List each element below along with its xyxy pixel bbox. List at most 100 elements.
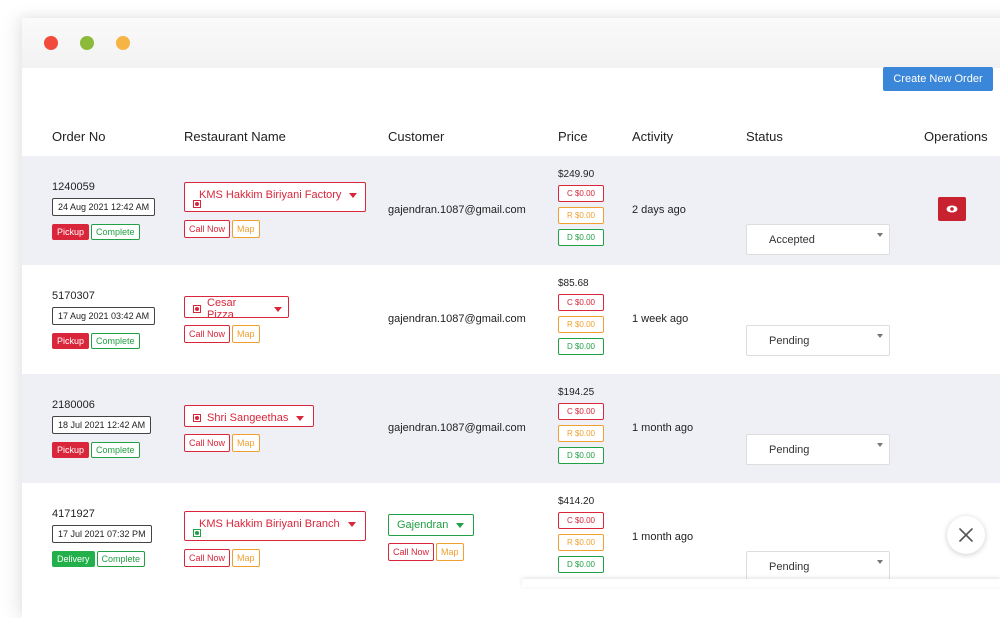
table-row: 4171927 17 Jul 2021 07:32 PM Delivery Com…: [22, 483, 1000, 592]
chevron-down-icon: [877, 443, 883, 447]
window-minimize-dot[interactable]: [116, 36, 130, 50]
col-header-activity: Activity: [632, 129, 674, 144]
restaurant-dropdown[interactable]: Cesar Pizza: [184, 296, 289, 321]
price-d-badge: D $0.00: [558, 447, 604, 464]
order-date: 17 Aug 2021 03:42 AM: [52, 307, 156, 325]
activity-text: 1 week ago: [632, 313, 689, 325]
restaurant-actions: Call Now Map: [184, 548, 260, 567]
chevron-down-icon: [349, 193, 358, 198]
table-row: 2180006 18 Jul 2021 12:42 AM Pickup Compl…: [22, 374, 1000, 483]
call-now-button[interactable]: Call Now: [184, 434, 231, 452]
order-tags: Pickup Complete: [52, 222, 140, 240]
price-c-badge: C $0.00: [558, 512, 604, 529]
close-button[interactable]: [947, 516, 985, 554]
price-block: $85.68 C $0.00 R $0.00 D $0.00: [558, 278, 604, 355]
customer-name: Gajendran: [397, 519, 449, 531]
restaurant-name: Shri Sangeethas: [207, 412, 289, 424]
status-select[interactable]: Accepted: [746, 224, 890, 255]
restaurant-actions: Call Now Map: [184, 324, 260, 343]
chevron-down-icon: [347, 522, 356, 527]
restaurant-name: Cesar Pizza: [207, 297, 237, 321]
order-state-badge: Complete: [91, 442, 140, 458]
order-tags: Delivery Complete: [52, 549, 146, 567]
status-select[interactable]: Pending: [746, 434, 890, 465]
map-button[interactable]: Map: [232, 220, 260, 238]
customer-map-button[interactable]: Map: [436, 543, 464, 561]
status-value: Pending: [769, 443, 810, 456]
order-tags: Pickup Complete: [52, 331, 140, 349]
order-type-badge: Delivery: [52, 551, 95, 567]
call-now-button[interactable]: Call Now: [184, 220, 231, 238]
app-window: Create New Order Order No Restaurant Nam…: [22, 18, 1000, 618]
restaurant-dropdown[interactable]: KMS Hakkim Biriyani Branch: [184, 511, 366, 541]
chevron-down-icon: [877, 560, 883, 564]
price-c-badge: C $0.00: [558, 294, 604, 311]
veg-mark-icon: [193, 305, 201, 313]
price-d-badge: D $0.00: [558, 338, 604, 355]
table-row: 5170307 17 Aug 2021 03:42 AM Pickup Compl…: [22, 265, 1000, 374]
chevron-down-icon: [877, 334, 883, 338]
restaurant-name: KMS Hakkim Biriyani Branch: [199, 518, 340, 530]
order-price: $249.90: [558, 169, 595, 180]
order-state-badge: Complete: [91, 224, 140, 240]
customer-call-now-button[interactable]: Call Now: [388, 543, 435, 561]
col-header-customer: Customer: [388, 129, 445, 144]
customer-email: gajendran.1087@gmail.com: [388, 204, 526, 216]
col-header-order-no: Order No: [52, 129, 106, 144]
col-header-operations: Operations: [924, 129, 988, 144]
map-button[interactable]: Map: [232, 549, 260, 567]
activity-text: 2 days ago: [632, 204, 686, 216]
call-now-button[interactable]: Call Now: [184, 325, 231, 343]
price-block: $194.25 C $0.00 R $0.00 D $0.00: [558, 387, 604, 464]
restaurant-actions: Call Now Map: [184, 219, 260, 238]
status-select[interactable]: Pending: [746, 551, 890, 582]
order-state-badge: Complete: [96, 551, 146, 567]
order-tags: Pickup Complete: [52, 440, 140, 458]
col-header-restaurant: Restaurant Name: [184, 129, 286, 144]
status-value: Pending: [769, 560, 810, 573]
status-value: Accepted: [769, 233, 815, 246]
order-number: 1240059: [52, 181, 95, 193]
map-button[interactable]: Map: [232, 325, 260, 343]
price-c-badge: C $0.00: [558, 185, 604, 202]
restaurant-dropdown[interactable]: Shri Sangeethas: [184, 405, 314, 427]
call-now-button[interactable]: Call Now: [184, 549, 231, 567]
window-close-dot[interactable]: [44, 36, 58, 50]
window-maximize-dot[interactable]: [80, 36, 94, 50]
order-price: $194.25: [558, 387, 595, 398]
view-order-button[interactable]: [938, 197, 966, 221]
order-type-badge: Pickup: [52, 333, 90, 349]
create-new-order-button[interactable]: Create New Order: [883, 67, 993, 91]
order-date: 18 Jul 2021 12:42 AM: [52, 416, 152, 434]
chevron-down-icon: [274, 306, 282, 312]
col-header-status: Status: [746, 129, 783, 144]
table-row: 1240059 24 Aug 2021 12:42 AM Pickup Compl…: [22, 156, 1000, 265]
chevron-down-icon: [456, 522, 465, 528]
status-value: Pending: [769, 334, 810, 347]
price-r-badge: R $0.00: [558, 425, 604, 442]
close-icon: [959, 528, 973, 542]
restaurant-dropdown[interactable]: KMS Hakkim Biriyani Factory: [184, 182, 366, 212]
price-r-badge: R $0.00: [558, 207, 604, 224]
activity-text: 1 month ago: [632, 422, 694, 434]
customer-email: gajendran.1087@gmail.com: [388, 313, 526, 325]
price-block: $414.20 C $0.00 R $0.00 D $0.00: [558, 496, 604, 573]
price-block: $249.90 C $0.00 R $0.00 D $0.00: [558, 169, 604, 246]
order-number: 5170307: [52, 290, 95, 302]
price-c-badge: C $0.00: [558, 403, 604, 420]
map-button[interactable]: Map: [232, 434, 260, 452]
status-select[interactable]: Pending: [746, 325, 890, 356]
order-state-badge: Complete: [91, 333, 140, 349]
price-r-badge: R $0.00: [558, 534, 604, 551]
order-type-badge: Pickup: [52, 442, 90, 458]
veg-mark-icon: [193, 200, 201, 208]
restaurant-actions: Call Now Map: [184, 433, 260, 452]
customer-email: gajendran.1087@gmail.com: [388, 422, 526, 434]
order-date: 17 Jul 2021 07:32 PM: [52, 525, 152, 543]
order-price: $414.20: [558, 496, 595, 507]
bottom-panel: [522, 579, 1000, 587]
customer-dropdown[interactable]: Gajendran: [388, 514, 474, 536]
col-header-price: Price: [558, 129, 588, 144]
order-number: 2180006: [52, 399, 95, 411]
veg-mark-icon: [193, 529, 201, 537]
